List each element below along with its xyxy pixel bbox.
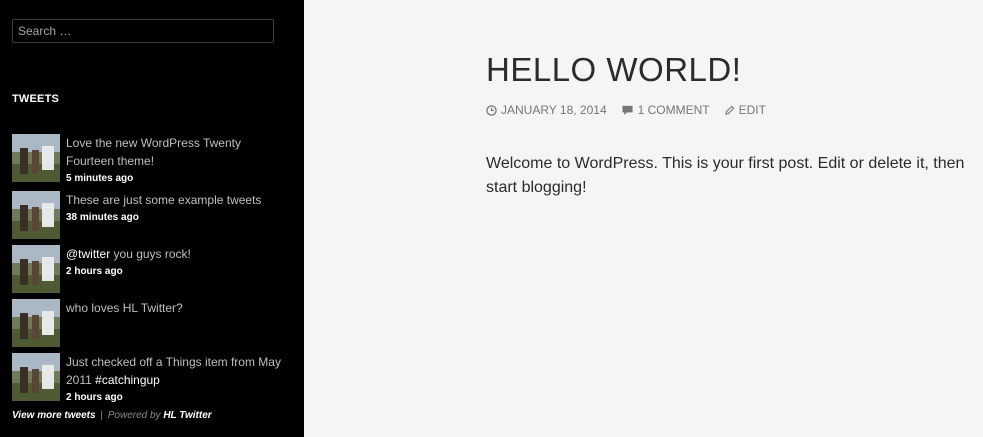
tweet-body: who loves HL Twitter?: [66, 301, 183, 315]
post-comments: 1 COMMENT: [637, 103, 710, 117]
clock-icon: [486, 104, 497, 116]
post-edit: EDIT: [738, 103, 766, 117]
tweets-widget-title: TWEETS: [12, 93, 60, 105]
tweet-body: @twitter you guys rock!: [66, 245, 288, 263]
tweet-body: Love the new WordPress Twenty Fourteen t…: [66, 136, 241, 168]
post-date-link[interactable]: JANUARY 18, 2014: [486, 103, 607, 117]
post-body: Welcome to WordPress. This is your first…: [486, 155, 965, 196]
tweets-footer: View more tweets | Powered by HL Twitter: [12, 410, 212, 421]
tweet-time[interactable]: 2 hours ago: [66, 389, 288, 406]
powered-by-label: Powered by: [107, 410, 161, 421]
search-input[interactable]: [12, 19, 274, 43]
tweet-avatar[interactable]: [12, 191, 60, 239]
main-content: HELLO WORLD! JANUARY 18, 2014 1 COMMENT …: [304, 0, 983, 437]
tweet-text: Love the new WordPress Twenty Fourteen t…: [66, 134, 288, 187]
tweet-text: Just checked off a Things item from May …: [66, 353, 288, 406]
pencil-icon: [724, 105, 735, 115]
tweet-text: who loves HL Twitter?: [66, 299, 288, 317]
tweet-avatar[interactable]: [12, 134, 60, 182]
comment-bubble-icon: [622, 105, 633, 115]
tweet-time[interactable]: 5 minutes ago: [66, 170, 288, 187]
post-date: JANUARY 18, 2014: [501, 103, 607, 117]
tweet-time[interactable]: 2 hours ago: [66, 263, 288, 280]
tweet-time[interactable]: 38 minutes ago: [66, 209, 288, 226]
post-meta: JANUARY 18, 2014 1 COMMENT EDIT: [486, 103, 780, 117]
post-comments-link[interactable]: 1 COMMENT: [621, 103, 710, 117]
tweet-body: Just checked off a Things item from May …: [66, 353, 288, 389]
view-more-tweets-link[interactable]: View more tweets: [12, 410, 96, 421]
tweet-avatar[interactable]: [12, 245, 60, 293]
post-title[interactable]: HELLO WORLD!: [486, 51, 741, 89]
tweet-avatar[interactable]: [12, 299, 60, 347]
hl-twitter-link[interactable]: HL Twitter: [163, 410, 211, 421]
sidebar: TWEETS Love the new WordPress Twenty Fou…: [0, 0, 304, 437]
tweet-body: These are just some example tweets: [66, 193, 262, 207]
tweet-mention-link[interactable]: @twitter: [66, 247, 110, 261]
footer-separator: |: [100, 410, 103, 421]
tweet-text: These are just some example tweets 38 mi…: [66, 191, 288, 226]
tweet-text: @twitter you guys rock! 2 hours ago: [66, 245, 288, 280]
post-edit-link[interactable]: EDIT: [724, 103, 766, 117]
tweet-avatar[interactable]: [12, 353, 60, 401]
tweet-body-text: you guys rock!: [110, 247, 191, 261]
tweet-hashtag-link[interactable]: #catchingup: [95, 373, 160, 387]
